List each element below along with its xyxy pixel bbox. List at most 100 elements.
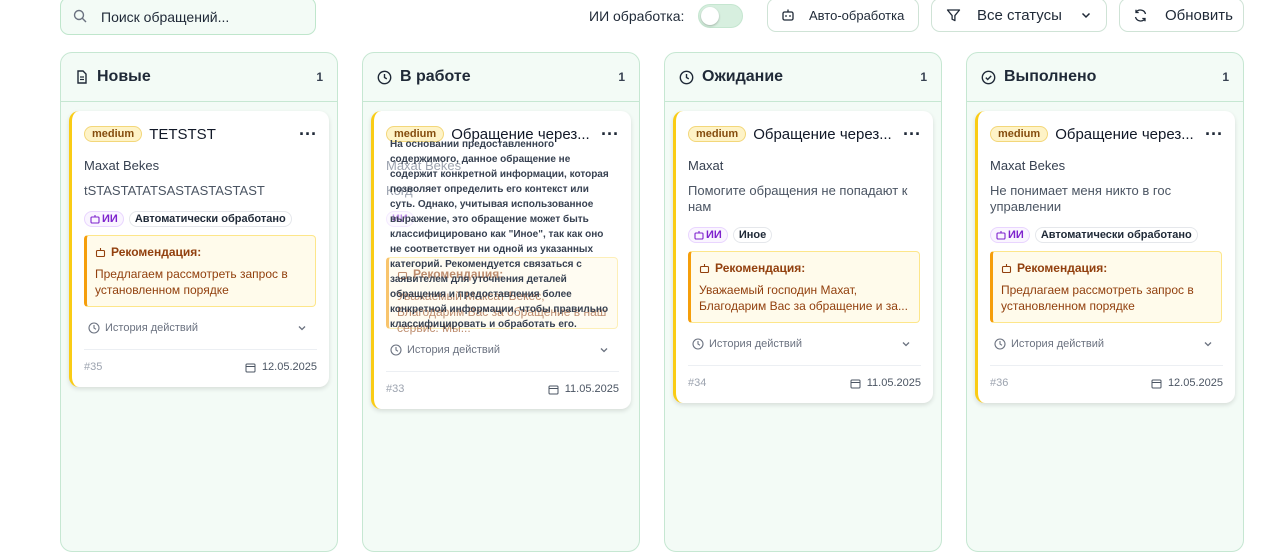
history-toggle[interactable]: История действий bbox=[390, 342, 614, 358]
column-count: 1 bbox=[316, 70, 323, 84]
ticket-title: TETSTST bbox=[149, 125, 216, 143]
ticket-date: 12.05.2025 bbox=[1167, 377, 1223, 389]
column-count: 1 bbox=[920, 70, 927, 84]
ticket-date: 11.05.2025 bbox=[564, 383, 619, 395]
auto-processing-label: Авто-обработка bbox=[809, 7, 905, 23]
history-label: История действий bbox=[105, 322, 199, 334]
refresh-button[interactable]: Обновить bbox=[1119, 0, 1244, 32]
ticket-id: #33 bbox=[386, 383, 405, 395]
ai-tag: ИИ bbox=[990, 227, 1030, 243]
ticket-id: #34 bbox=[688, 377, 707, 389]
ticket-author: Maxat Bekes bbox=[990, 158, 1066, 173]
chevron-down-icon bbox=[600, 348, 608, 353]
more-options-icon[interactable]: ··· bbox=[1205, 125, 1223, 143]
history-label: История действий bbox=[407, 344, 501, 356]
bot-icon bbox=[782, 9, 794, 21]
ai-processing-label: ИИ обработка: bbox=[589, 8, 685, 24]
ai-explanation-tooltip: На основании предоставленного содержимог… bbox=[390, 139, 609, 330]
ticket-title: Обращение через... bbox=[753, 125, 892, 143]
clock-icon bbox=[679, 70, 694, 85]
calendar-icon bbox=[245, 363, 256, 372]
calendar-icon bbox=[1151, 379, 1162, 388]
chevron-down-icon bbox=[298, 326, 306, 331]
recommendation-title: Рекомендация: bbox=[111, 245, 202, 259]
ticket-id: #35 bbox=[84, 361, 103, 373]
recommendation-box: Рекомендация: Предлагаем рассмотреть зап… bbox=[84, 235, 316, 307]
ticket-author: Maxat Bekes bbox=[84, 158, 160, 173]
card-footer: #34 11.05.2025 bbox=[688, 376, 921, 390]
ticket-title: Обращение через... bbox=[1055, 125, 1194, 143]
column-header: Ожидание 1 bbox=[665, 53, 941, 102]
search-icon bbox=[73, 9, 87, 23]
divider bbox=[990, 365, 1223, 366]
bot-icon bbox=[1001, 263, 1012, 273]
bot-icon bbox=[90, 215, 100, 224]
column-header: Выполнено 1 bbox=[967, 53, 1243, 102]
ticket-description: Помогите обращения не попадают к нам bbox=[688, 183, 908, 214]
clock-icon bbox=[390, 344, 402, 356]
tag-list: ИИ Иное bbox=[688, 227, 773, 243]
column-title: В работе bbox=[400, 68, 471, 85]
more-options-icon[interactable]: ··· bbox=[299, 125, 317, 143]
more-options-icon[interactable]: ··· bbox=[903, 125, 921, 143]
ai-processing-toggle[interactable] bbox=[698, 4, 743, 28]
search-input[interactable]: Поиск обращений... bbox=[60, 0, 316, 35]
column-title: Выполнено bbox=[1004, 68, 1097, 85]
divider bbox=[386, 371, 619, 372]
chevron-down-icon bbox=[902, 342, 910, 347]
ticket-id: #36 bbox=[990, 377, 1009, 389]
refresh-icon bbox=[1134, 8, 1147, 22]
calendar-icon bbox=[850, 379, 861, 388]
ticket-description: tSTASTATATSASTASTASTAST bbox=[84, 183, 265, 198]
recommendation-title: Рекомендация: bbox=[1017, 261, 1108, 275]
filter-icon bbox=[946, 8, 961, 21]
tag-list: ИИ Автоматически обработано bbox=[990, 227, 1198, 243]
column-title: Новые bbox=[97, 68, 151, 85]
ticket-author: Maxat bbox=[688, 158, 724, 173]
column-count: 1 bbox=[1222, 70, 1229, 84]
history-label: История действий bbox=[709, 338, 803, 350]
status-tag: Автоматически обработано bbox=[1034, 227, 1198, 243]
bot-icon bbox=[996, 231, 1006, 240]
column-done: Выполнено 1 medium Обращение через... ··… bbox=[966, 52, 1244, 552]
card-footer: #35 12.05.2025 bbox=[84, 360, 317, 374]
column-waiting: Ожидание 1 medium Обращение через... ···… bbox=[664, 52, 942, 552]
ticket-description: Не понимает меня никто в гос управлении bbox=[990, 183, 1172, 214]
bot-icon bbox=[95, 247, 106, 257]
divider bbox=[688, 365, 921, 366]
recommendation-box: Рекомендация: Уважаемый господин Махат, … bbox=[688, 251, 920, 323]
toggle-knob bbox=[701, 7, 719, 25]
clock-icon bbox=[88, 322, 100, 334]
ai-tag: ИИ bbox=[84, 211, 124, 227]
priority-badge: medium bbox=[990, 126, 1049, 142]
calendar-icon bbox=[548, 385, 559, 394]
ticket-card[interactable]: medium Обращение через... ··· Maxat Beke… bbox=[975, 111, 1235, 403]
bot-icon bbox=[699, 263, 710, 273]
ai-tag: ИИ bbox=[688, 227, 728, 243]
ticket-date: 12.05.2025 bbox=[261, 361, 317, 373]
status-filter-select[interactable]: Все статусы bbox=[931, 0, 1107, 32]
status-filter-value: Все статусы bbox=[977, 6, 1062, 24]
recommendation-text: Предлагаем рассмотреть запрос в установл… bbox=[1001, 283, 1194, 313]
history-toggle[interactable]: История действий bbox=[88, 320, 312, 336]
status-tag: Автоматически обработано bbox=[128, 211, 292, 227]
card-footer: #36 12.05.2025 bbox=[990, 376, 1223, 390]
chevron-down-icon bbox=[1204, 342, 1212, 347]
ticket-date: 11.05.2025 bbox=[866, 377, 921, 389]
check-circle-icon bbox=[981, 70, 996, 85]
card-footer: #33 11.05.2025 bbox=[386, 382, 619, 396]
recommendation-box: Рекомендация: Предлагаем рассмотреть зап… bbox=[990, 251, 1222, 323]
clock-icon bbox=[692, 338, 704, 350]
column-new: Новые 1 medium TETSTST ··· Maxat Bekes t… bbox=[60, 52, 338, 552]
priority-badge: medium bbox=[688, 126, 747, 142]
column-title: Ожидание bbox=[702, 68, 784, 85]
history-toggle[interactable]: История действий bbox=[692, 336, 916, 352]
priority-badge: medium bbox=[84, 126, 143, 142]
history-toggle[interactable]: История действий bbox=[994, 336, 1218, 352]
ticket-card[interactable]: medium Обращение через... ··· Maxat Beke… bbox=[371, 111, 631, 409]
ticket-card[interactable]: medium TETSTST ··· Maxat Bekes tSTASTATA… bbox=[69, 111, 329, 387]
auto-processing-button[interactable]: Авто-обработка bbox=[767, 0, 919, 32]
ticket-card[interactable]: medium Обращение через... ··· Maxat Помо… bbox=[673, 111, 933, 403]
toolbar: Поиск обращений... ИИ обработка: Авто-об… bbox=[0, 0, 1271, 40]
bot-icon bbox=[694, 231, 704, 240]
